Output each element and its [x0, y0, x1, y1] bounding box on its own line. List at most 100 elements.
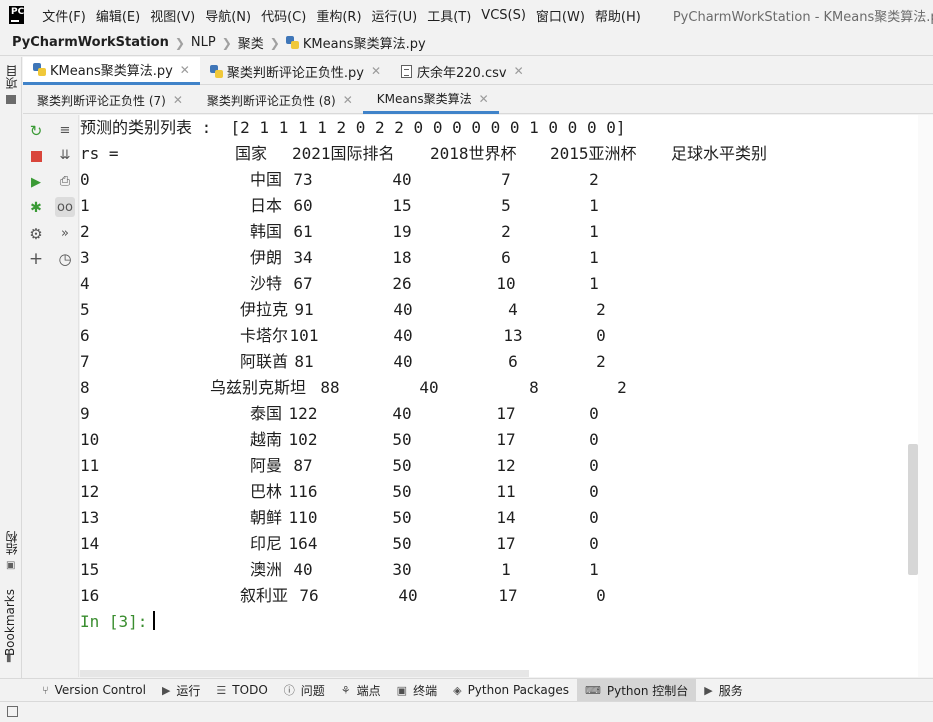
tab-cluster-sentiment-py[interactable]: 聚类判断评论正负性.py ✕: [200, 57, 391, 85]
tool-todo[interactable]: ☰ TODO: [208, 679, 275, 702]
dataframe-row: 8 乌兹别克斯坦 88 40 8 2: [80, 375, 918, 401]
tool-services[interactable]: ▶ 服务: [696, 679, 750, 702]
breadcrumb-file[interactable]: KMeans聚类算法.py: [303, 33, 426, 52]
close-icon[interactable]: ✕: [343, 93, 353, 107]
value-cell: 7: [501, 170, 511, 189]
value-cell: 0: [589, 430, 599, 449]
breadcrumb-project[interactable]: PyCharmWorkStation: [12, 35, 169, 50]
dataframe-row: 16 叙利亚 76 40 17 0: [80, 583, 918, 609]
horizontal-scrollbar[interactable]: [80, 670, 529, 677]
dataframe-row: 5 伊拉克 91 40 4 2: [80, 297, 918, 323]
country-cell: 卡塔尔: [239, 326, 289, 345]
value-cell: 50: [392, 456, 412, 475]
close-icon[interactable]: ✕: [371, 64, 381, 78]
value-cell: 1: [501, 560, 511, 579]
bookmarks-tool-button[interactable]: Bookmarks: [3, 589, 17, 656]
bookmark-icon: ▮: [6, 653, 12, 664]
value-cell: 34: [293, 248, 313, 267]
tool-python-console[interactable]: ⌨ Python 控制台: [576, 678, 697, 702]
console-tab-kmeans[interactable]: KMeans聚类算法 ✕: [362, 86, 499, 114]
value-cell: 11: [496, 482, 516, 501]
menu-help[interactable]: 帮助(H): [595, 6, 647, 25]
close-icon[interactable]: ✕: [173, 93, 183, 107]
tool-endpoints[interactable]: ⚘ 端点: [333, 679, 389, 702]
column-header: 2018世界杯: [430, 144, 517, 163]
execute-icon[interactable]: »: [55, 223, 75, 243]
debug-icon[interactable]: ✱: [26, 198, 46, 218]
tab-label: 聚类判断评论正负性.py: [226, 65, 364, 81]
menu-vcs[interactable]: VCS(S): [481, 8, 532, 23]
value-cell: 40: [393, 326, 413, 345]
history-icon[interactable]: ◷: [55, 249, 75, 269]
python-console-output[interactable]: 预测的类别列表 : [2 1 1 1 1 2 0 2 2 0 0 0 0 0 0…: [80, 115, 918, 677]
country-cell: 沙特: [249, 274, 283, 293]
tab-csv-file[interactable]: 庆余年220.csv ✕: [391, 57, 534, 85]
value-cell: 19: [392, 222, 412, 241]
tool-run[interactable]: ▶ 运行: [154, 679, 208, 702]
vertical-scrollbar-thumb[interactable]: [908, 444, 918, 575]
menu-view[interactable]: 视图(V): [150, 6, 201, 25]
terminal-icon: ▣: [396, 683, 408, 697]
menu-navigate[interactable]: 导航(N): [205, 6, 257, 25]
row-index: 1: [80, 196, 90, 215]
scroll-to-end-icon[interactable]: ⇊: [55, 145, 75, 165]
endpoints-icon: ⚘: [340, 683, 351, 697]
row-index: 5: [80, 300, 90, 319]
tool-problems[interactable]: ⓘ 问题: [276, 679, 333, 702]
close-icon[interactable]: ✕: [514, 64, 524, 78]
tool-label: 运行: [176, 683, 201, 698]
value-cell: 40: [398, 586, 418, 605]
menu-window[interactable]: 窗口(W): [536, 6, 591, 25]
editor-tabs: KMeans聚类算法.py ✕ 聚类判断评论正负性.py ✕ 庆余年220.cs…: [23, 57, 933, 85]
menu-edit[interactable]: 编辑(E): [96, 6, 146, 25]
text-caret: [153, 611, 156, 630]
tab-kmeans-py[interactable]: KMeans聚类算法.py ✕: [23, 57, 200, 85]
tool-terminal[interactable]: ▣ 终端: [389, 679, 445, 702]
breadcrumb: PyCharmWorkStation ❯ NLP ❯ 聚类 ❯ KMeans聚类…: [0, 30, 933, 56]
add-icon[interactable]: +: [26, 249, 46, 269]
menu-tools[interactable]: 工具(T): [427, 6, 477, 25]
print-icon[interactable]: ⎙: [55, 171, 75, 191]
dataframe-row: 0 中国 73 40 7 2: [80, 167, 918, 193]
console-tab-7[interactable]: 聚类判断评论正负性 (7) ✕: [23, 86, 193, 114]
run-icon[interactable]: ▶: [26, 172, 46, 192]
close-icon[interactable]: ✕: [180, 63, 190, 77]
country-cell: 印尼: [249, 534, 283, 553]
column-header: 国家: [235, 144, 268, 163]
toggle-tool-windows-icon[interactable]: [7, 706, 18, 717]
soft-wrap-icon[interactable]: ≡: [55, 120, 75, 140]
value-cell: 40: [419, 378, 439, 397]
folder-icon: [6, 95, 16, 104]
close-icon[interactable]: ✕: [479, 92, 489, 106]
value-cell: 6: [508, 352, 518, 371]
tool-version-control[interactable]: ⑂ Version Control: [34, 679, 154, 702]
menu-code[interactable]: 代码(C): [261, 6, 312, 25]
breadcrumb-folder-cluster[interactable]: 聚类: [238, 33, 264, 52]
row-index: 9: [80, 404, 90, 423]
settings-icon[interactable]: ⚙: [26, 224, 46, 244]
tool-label: Version Control: [54, 683, 146, 697]
value-cell: 0: [589, 404, 599, 423]
menu-file[interactable]: 文件(F): [42, 6, 92, 25]
console-tab-label: 聚类判断评论正负性 (7): [37, 93, 166, 108]
breadcrumb-folder-nlp[interactable]: NLP: [191, 35, 216, 50]
stop-icon[interactable]: [26, 146, 46, 166]
project-tool-button[interactable]: 项目: [3, 65, 20, 89]
country-cell: 朝鲜: [249, 508, 283, 527]
row-index: 16: [80, 586, 100, 605]
tool-label: Python Packages: [467, 683, 569, 697]
structure-tool-button[interactable]: 结构: [3, 531, 20, 555]
menu-run[interactable]: 运行(U): [372, 6, 424, 25]
value-cell: 15: [392, 196, 412, 215]
row-index: 7: [80, 352, 90, 371]
show-variables-icon[interactable]: oo: [55, 197, 75, 217]
menu-refactor[interactable]: 重构(R): [316, 6, 367, 25]
value-cell: 18: [392, 248, 412, 267]
rerun-icon[interactable]: ↻: [26, 121, 46, 141]
tool-python-packages[interactable]: ◈ Python Packages: [445, 679, 577, 702]
column-header: 2021国际排名: [292, 144, 395, 163]
vertical-scrollbar-track[interactable]: [918, 115, 933, 677]
console-tab-8[interactable]: 聚类判断评论正负性 (8) ✕: [193, 86, 363, 114]
value-cell: 1: [589, 274, 599, 293]
row-index: 14: [80, 534, 100, 553]
